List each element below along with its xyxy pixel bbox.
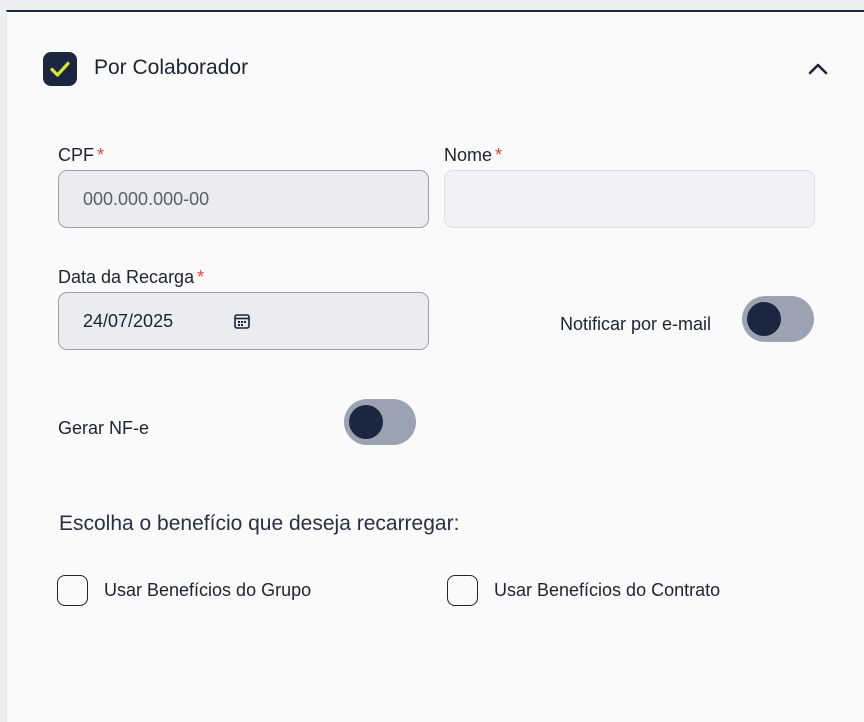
nome-label: Nome * [444,145,502,166]
beneficio-contrato-label[interactable]: Usar Benefícios do Contrato [494,580,720,601]
beneficio-prompt: Escolha o benefício que deseja recarrega… [59,512,460,535]
gerar-nfe-toggle-knob [349,405,383,439]
data-recarga-label: Data da Recarga * [58,267,204,288]
data-recarga-value: 24/07/2025 [83,310,174,331]
chevron-up-icon[interactable] [805,58,831,80]
nome-required-mark: * [495,145,503,165]
cpf-label: CPF * [58,145,104,166]
cpf-label-text: CPF [58,145,94,165]
cpf-required-mark: * [97,145,105,165]
beneficio-contrato-checkbox[interactable] [447,575,478,606]
colaborador-panel: Por Colaborador CPF * 000.000.000-00 Nome… [6,10,864,722]
gerar-nfe-label: Gerar NF-e [58,418,150,438]
data-recarga-label-text: Data da Recarga [58,267,195,287]
section-title[interactable]: Por Colaborador [94,56,248,80]
notificar-toggle[interactable] [742,296,814,342]
data-recarga-required-mark: * [197,267,205,287]
nome-label-text: Nome [444,145,493,165]
notificar-label: Notificar por e-mail [560,314,712,334]
nome-input[interactable] [444,170,815,228]
gerar-nfe-toggle[interactable] [344,399,416,445]
cpf-input[interactable]: 000.000.000-00 [58,170,429,228]
data-recarga-input[interactable]: 24/07/2025 [58,292,429,350]
calendar-icon[interactable] [233,312,251,330]
beneficio-grupo-label[interactable]: Usar Benefícios do Grupo [104,580,311,601]
section-checkbox[interactable] [43,52,77,86]
beneficio-grupo-checkbox[interactable] [57,575,88,606]
notificar-toggle-knob [747,302,781,336]
cpf-placeholder: 000.000.000-00 [83,188,210,209]
check-icon [50,61,70,77]
